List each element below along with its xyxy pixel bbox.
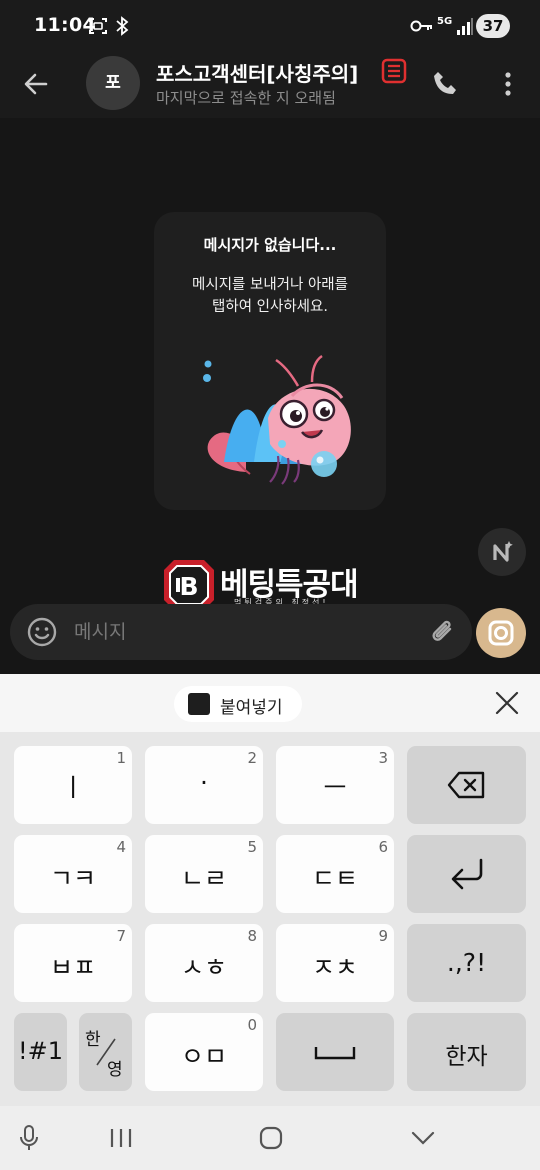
key-number: 8 <box>247 927 257 945</box>
warning-badge-icon <box>381 58 407 84</box>
paste-chip[interactable]: 붙여넣기 <box>174 686 302 722</box>
camera-button[interactable] <box>476 608 526 658</box>
empty-title: 메시지가 없습니다... <box>203 236 337 254</box>
key-label: ㅈㅊ <box>311 953 358 982</box>
paste-label: 붙여넣기 <box>220 698 283 718</box>
key-icon <box>410 20 432 32</box>
key-dot[interactable]: · 2 <box>145 746 263 824</box>
paperclip-icon[interactable] <box>428 617 458 647</box>
recent-apps-icon[interactable] <box>108 1124 134 1152</box>
status-bar: 11:04 5G 37 <box>0 0 540 52</box>
shrimp-sticker-icon[interactable] <box>194 352 354 487</box>
key-number: 2 <box>247 749 257 767</box>
enter-key[interactable] <box>407 835 526 913</box>
key-jieut[interactable]: ㅈㅊ 9 <box>276 924 394 1002</box>
key-label: ㄱㅋ <box>49 864 96 893</box>
key-label: ㄷㅌ <box>311 864 358 893</box>
key-label: · <box>200 768 208 797</box>
key-number: 3 <box>378 749 388 767</box>
svg-text:B: B <box>179 572 198 601</box>
back-arrow-icon[interactable] <box>20 68 52 100</box>
key-siot[interactable]: ㅅㅎ 8 <box>145 924 263 1002</box>
key-label: !#1 <box>18 1037 63 1065</box>
clipboard-thumbnail-icon <box>188 693 210 715</box>
key-label: 한자 <box>445 1044 488 1070</box>
network-type: 5G <box>437 16 453 27</box>
punctuation-key[interactable]: .,?! <box>407 924 526 1002</box>
key-giyeok[interactable]: ㄱㅋ 4 <box>14 835 132 913</box>
screenshot-icon <box>89 18 107 34</box>
key-label: ㅂㅍ <box>49 953 96 982</box>
backspace-icon <box>447 771 485 799</box>
key-i-vowel[interactable]: ㅣ 1 <box>14 746 132 824</box>
key-label: ㅣ <box>61 773 85 802</box>
key-label: .,?! <box>446 948 487 977</box>
key-number: 9 <box>378 927 388 945</box>
key-eu-vowel[interactable]: ㅡ 3 <box>276 746 394 824</box>
key-bieup[interactable]: ㅂㅍ 7 <box>14 924 132 1002</box>
enter-icon <box>451 858 483 890</box>
home-icon[interactable] <box>258 1124 284 1152</box>
korean-keyboard: ㅣ 1 · 2 ㅡ 3 ㄱㅋ 4 ㄴㄹ 5 ㄷㅌ 6 ㅂㅍ 7 ㅅㅎ 8 ㅈㅊ … <box>0 732 540 1106</box>
space-key[interactable] <box>276 1013 394 1091</box>
key-label: ㅅㅎ <box>180 953 227 982</box>
empty-message: 메시지를 보내거나 아래를 탭하여 인사하세요. <box>164 274 376 318</box>
empty-chat-card: 메시지가 없습니다... 메시지를 보내거나 아래를 탭하여 인사하세요. <box>154 212 386 510</box>
system-navigation-bar <box>0 1106 540 1170</box>
battery-level: 37 <box>476 14 510 38</box>
key-number: 1 <box>116 749 126 767</box>
message-input[interactable] <box>74 614 404 650</box>
more-options-icon[interactable] <box>496 68 520 100</box>
status-time: 11:04 <box>34 14 96 36</box>
key-number: 7 <box>116 927 126 945</box>
camera-icon <box>488 620 514 646</box>
key-number: 6 <box>378 838 388 856</box>
clipboard-suggestion-bar: 붙여넣기 <box>0 674 540 732</box>
microphone-icon[interactable] <box>18 1124 40 1152</box>
key-label: ㅡ <box>323 773 347 802</box>
hanja-key[interactable]: 한자 <box>407 1013 526 1091</box>
key-ieung[interactable]: ㅇㅁ 0 <box>145 1013 263 1091</box>
last-seen-status: 마지막으로 접속한 지 오래됨 <box>156 89 336 107</box>
phone-icon[interactable] <box>430 68 462 100</box>
empty-message-line-2: 탭하여 인사하세요. <box>212 299 328 315</box>
language-toggle-key[interactable]: 한 영 <box>79 1013 132 1091</box>
key-label-bottom: 영 <box>107 1060 123 1080</box>
avatar[interactable]: 포 <box>86 56 140 110</box>
empty-message-line-1: 메시지를 보내거나 아래를 <box>192 277 348 293</box>
key-nieun[interactable]: ㄴㄹ 5 <box>145 835 263 913</box>
symbols-key[interactable]: !#1 <box>14 1013 67 1091</box>
sparkle-n-icon <box>493 541 513 562</box>
space-icon <box>314 1047 356 1060</box>
key-label: ㅇㅁ <box>180 1042 227 1071</box>
key-label: ㄴㄹ <box>180 864 227 893</box>
key-number: 0 <box>247 1016 257 1034</box>
key-number: 4 <box>116 838 126 856</box>
emoji-icon[interactable] <box>26 616 58 648</box>
chat-title[interactable]: 포스고객센터[사칭주의] <box>156 58 358 87</box>
close-icon[interactable] <box>494 690 520 716</box>
chevron-down-icon[interactable] <box>410 1124 436 1152</box>
signal-icon <box>457 18 473 35</box>
key-number: 5 <box>247 838 257 856</box>
backspace-key[interactable] <box>407 746 526 824</box>
ai-assist-button[interactable] <box>478 528 526 576</box>
bluetooth-icon <box>116 16 129 36</box>
chat-header: 포 포스고객센터[사칭주의] 마지막으로 접속한 지 오래됨 <box>0 52 540 118</box>
message-composer <box>10 604 472 660</box>
key-digeut[interactable]: ㄷㅌ 6 <box>276 835 394 913</box>
